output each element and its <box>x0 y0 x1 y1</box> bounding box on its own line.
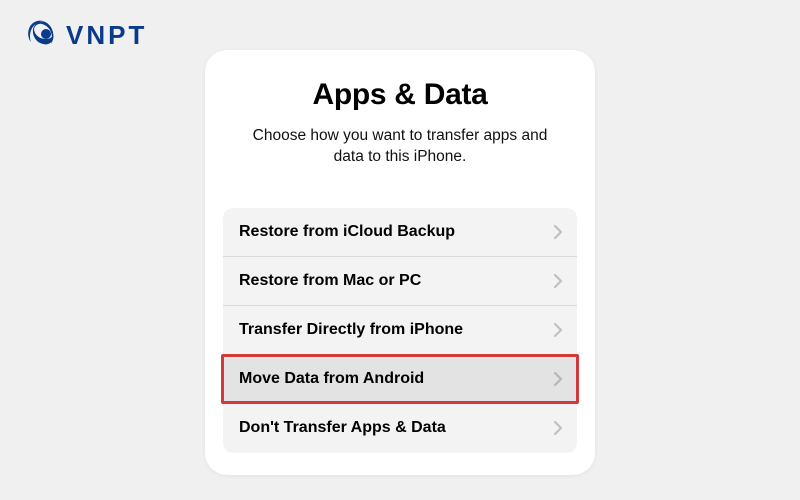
option-transfer-iphone[interactable]: Transfer Directly from iPhone <box>223 306 577 355</box>
chevron-right-icon <box>554 372 563 386</box>
option-restore-icloud[interactable]: Restore from iCloud Backup <box>223 208 577 257</box>
option-dont-transfer[interactable]: Don't Transfer Apps & Data <box>223 404 577 453</box>
option-label: Restore from iCloud Backup <box>239 223 455 241</box>
apps-and-data-card: Apps & Data Choose how you want to trans… <box>205 50 595 475</box>
vnpt-logo-icon <box>24 18 58 52</box>
chevron-right-icon <box>554 323 563 337</box>
chevron-right-icon <box>554 274 563 288</box>
chevron-right-icon <box>554 225 563 239</box>
chevron-right-icon <box>554 421 563 435</box>
option-label: Transfer Directly from iPhone <box>239 321 463 339</box>
brand-name: VNPT <box>66 20 147 51</box>
page-subtitle: Choose how you want to transfer apps and… <box>223 126 577 168</box>
option-label: Move Data from Android <box>239 370 424 388</box>
option-restore-mac-pc[interactable]: Restore from Mac or PC <box>223 257 577 306</box>
page-title: Apps & Data <box>223 78 577 112</box>
brand-logo: VNPT <box>24 18 147 52</box>
option-label: Restore from Mac or PC <box>239 272 421 290</box>
option-move-from-android[interactable]: Move Data from Android <box>223 355 577 404</box>
option-label: Don't Transfer Apps & Data <box>239 419 446 437</box>
transfer-options-list: Restore from iCloud Backup Restore from … <box>223 208 577 453</box>
